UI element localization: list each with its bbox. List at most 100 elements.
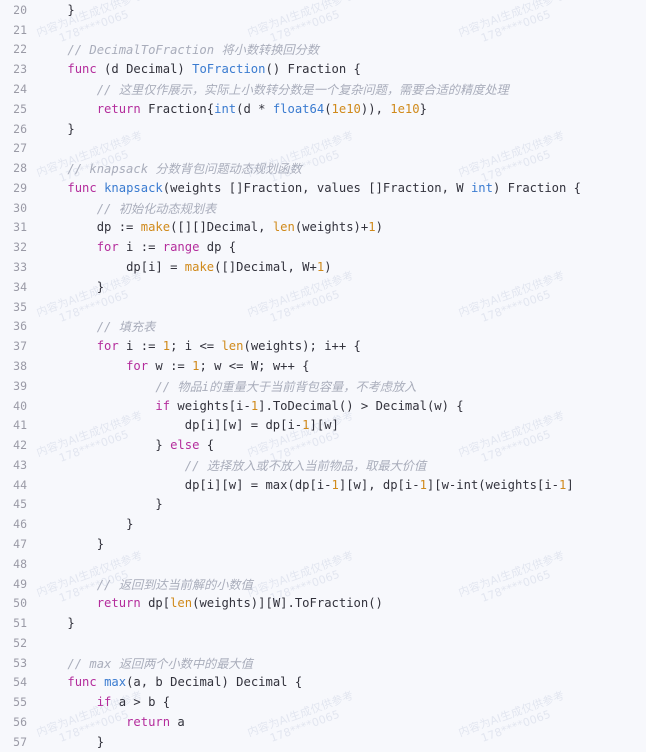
code-text[interactable]: dp[i][w] = dp[i-1][w] <box>34 418 646 432</box>
token-kw: return <box>96 101 141 116</box>
token-pl: } <box>126 517 134 532</box>
token-pl: max <box>265 477 288 492</box>
code-line[interactable]: 48 <box>0 554 646 574</box>
code-line[interactable]: 32 for i := range dp { <box>0 237 646 257</box>
code-line[interactable]: 39 // 物品i的重量大于当前背包容量，不考虑放入 <box>0 376 646 396</box>
code-line[interactable]: 52 <box>0 633 646 653</box>
code-text[interactable]: return a <box>34 715 646 729</box>
line-number: 26 <box>13 121 27 136</box>
code-text[interactable]: // DecimalToFraction 将小数转换回分数 <box>34 40 646 58</box>
code-line[interactable]: 27 <box>0 138 646 158</box>
code-line[interactable]: 50 return dp[len(weights)][W].ToFraction… <box>0 593 646 613</box>
code-text[interactable]: dp[i][w] = max(dp[i-1][w], dp[i-1][w-int… <box>34 478 646 492</box>
code-line[interactable]: 45 } <box>0 495 646 515</box>
code-text[interactable]: func (d Decimal) ToFraction() Fraction { <box>34 62 646 76</box>
code-line[interactable]: 37 for i := 1; i <= len(weights); i++ { <box>0 336 646 356</box>
token-pl: dp[i][w] = dp[i- <box>184 418 303 433</box>
code-line[interactable]: 31 dp := make([][]Decimal, len(weights)+… <box>0 218 646 238</box>
code-line[interactable]: 24 // 这里仅作展示，实际上小数转分数是一个复杂问题，需要合适的精度处理 <box>0 79 646 99</box>
code-line[interactable]: 43 // 选择放入或不放入当前物品，取最大价值 <box>0 455 646 475</box>
code-text[interactable]: if weights[i-1].ToDecimal() > Decimal(w)… <box>34 399 646 413</box>
code-line[interactable]: 30 // 初始化动态规划表 <box>0 198 646 218</box>
code-text[interactable]: return Fraction{int(d * float64(1e10)), … <box>34 102 646 116</box>
code-line[interactable]: 23 func (d Decimal) ToFraction() Fractio… <box>0 59 646 79</box>
code-text[interactable]: func knapsack(weights []Fraction, values… <box>34 181 646 195</box>
code-text[interactable]: // 返回到达当前解的小数值 <box>34 575 646 593</box>
code-line[interactable]: 53 // max 返回两个小数中的最大值 <box>0 653 646 673</box>
code-line[interactable]: 44 dp[i][w] = max(dp[i-1][w], dp[i-1][w-… <box>0 475 646 495</box>
code-line[interactable]: 20 } <box>0 0 646 20</box>
code-line[interactable]: 36 // 填充表 <box>0 317 646 337</box>
code-text[interactable]: // 选择放入或不放入当前物品，取最大价值 <box>34 456 646 474</box>
code-line[interactable]: 29 func knapsack(weights []Fraction, val… <box>0 178 646 198</box>
token-pl: ; w <= W; w++ { <box>199 358 310 373</box>
code-line[interactable]: 55 if a > b { <box>0 692 646 712</box>
line-number: 27 <box>13 141 27 156</box>
code-text[interactable]: } <box>34 517 646 531</box>
code-text[interactable]: } <box>34 616 646 630</box>
code-text[interactable]: return dp[len(weights)][W].ToFraction() <box>34 596 646 610</box>
code-line[interactable]: 46 } <box>0 514 646 534</box>
line-number: 20 <box>13 2 27 17</box>
code-text[interactable]: // 初始化动态规划表 <box>34 199 646 217</box>
code-text[interactable]: } <box>34 3 646 17</box>
code-text[interactable]: func max(a, b Decimal) Decimal { <box>34 675 646 689</box>
token-fn: ToFraction <box>192 62 266 77</box>
code-text[interactable]: } else { <box>34 438 646 452</box>
token-pl: dp { <box>199 240 237 255</box>
code-line[interactable]: 22 // DecimalToFraction 将小数转换回分数 <box>0 40 646 60</box>
code-line[interactable]: 34 } <box>0 277 646 297</box>
line-number: 42 <box>13 438 27 453</box>
code-line[interactable]: 56 return a <box>0 712 646 732</box>
code-line[interactable]: 35 <box>0 297 646 317</box>
code-listing[interactable]: 20 } 21 22 // DecimalToFraction 将小数转换回分数 23… <box>0 0 646 752</box>
token-pl: )), <box>360 101 391 116</box>
code-text[interactable]: // 物品i的重量大于当前背包容量，不考虑放入 <box>34 377 646 395</box>
code-line[interactable]: 33 dp[i] = make([]Decimal, W+1) <box>0 257 646 277</box>
line-number: 43 <box>13 457 27 472</box>
code-text[interactable]: // 填充表 <box>34 317 646 335</box>
code-text[interactable]: for w := 1; w <= W; w++ { <box>34 359 646 373</box>
line-number: 44 <box>13 477 27 492</box>
token-pl: (weights []Fraction, values []Fraction, … <box>162 180 471 195</box>
code-text[interactable]: // max 返回两个小数中的最大值 <box>34 654 646 672</box>
code-text[interactable]: dp[i] = make([]Decimal, W+1) <box>34 260 646 274</box>
token-pl: } <box>67 2 75 17</box>
code-line[interactable]: 21 <box>0 20 646 40</box>
code-text[interactable]: } <box>34 497 646 511</box>
code-line[interactable]: 54 func max(a, b Decimal) Decimal { <box>0 673 646 693</box>
code-text[interactable]: for i := 1; i <= len(weights); i++ { <box>34 339 646 353</box>
code-text[interactable]: } <box>34 735 646 749</box>
token-pl: () > <box>338 398 376 413</box>
code-text[interactable]: // 这里仅作展示，实际上小数转分数是一个复杂问题，需要合适的精度处理 <box>34 80 646 98</box>
code-text[interactable]: if a > b { <box>34 695 646 709</box>
code-text[interactable]: } <box>34 122 646 136</box>
code-line[interactable]: 28 // knapsack 分数背包问题动态规划函数 <box>0 158 646 178</box>
token-cm: // DecimalToFraction 将小数转换回分数 <box>67 43 319 58</box>
code-line[interactable]: 51 } <box>0 613 646 633</box>
code-line[interactable]: 42 } else { <box>0 435 646 455</box>
code-text[interactable]: } <box>34 280 646 294</box>
token-kw: if <box>155 398 171 413</box>
code-text[interactable]: dp := make([][]Decimal, len(weights)+1) <box>34 220 646 234</box>
token-cm: // 物品i的重量大于当前背包容量，不考虑放入 <box>155 379 417 394</box>
token-cm: // 返回到达当前解的小数值 <box>96 577 253 592</box>
code-line[interactable]: 41 dp[i][w] = dp[i-1][w] <box>0 415 646 435</box>
code-text[interactable]: // knapsack 分数背包问题动态规划函数 <box>34 159 646 177</box>
code-line[interactable]: 26 } <box>0 119 646 139</box>
code-text[interactable]: for i := range dp { <box>34 240 646 254</box>
token-type: int <box>214 101 237 116</box>
code-line[interactable]: 49 // 返回到达当前解的小数值 <box>0 574 646 594</box>
line-number: 35 <box>13 299 27 314</box>
code-text[interactable]: } <box>34 537 646 551</box>
code-line[interactable]: 38 for w := 1; w <= W; w++ { <box>0 356 646 376</box>
code-line[interactable]: 57 } <box>0 732 646 752</box>
code-line[interactable]: 47 } <box>0 534 646 554</box>
code-line[interactable]: 25 return Fraction{int(d * float64(1e10)… <box>0 99 646 119</box>
code-line[interactable]: 40 if weights[i-1].ToDecimal() > Decimal… <box>0 396 646 416</box>
